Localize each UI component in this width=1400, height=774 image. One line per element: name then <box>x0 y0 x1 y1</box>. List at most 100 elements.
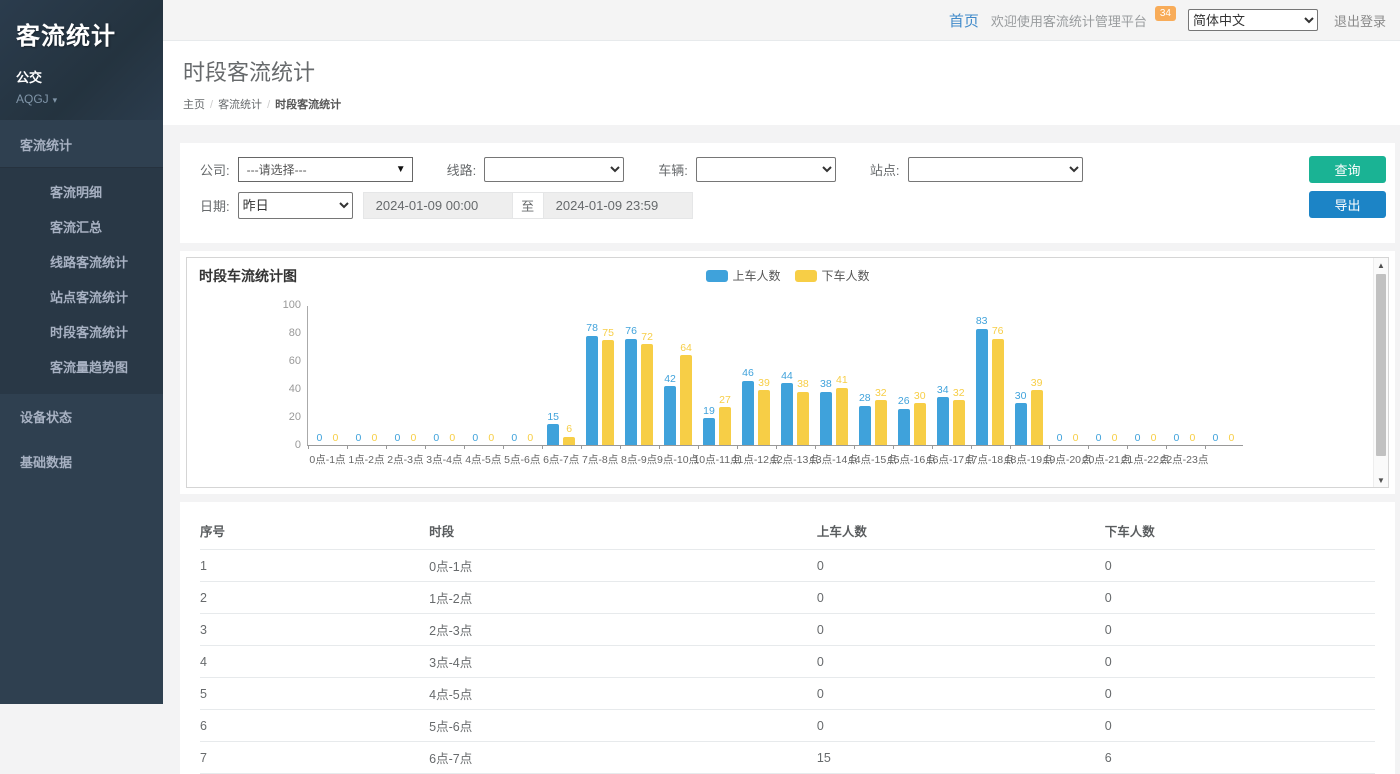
legend-swatch-icon <box>795 270 817 282</box>
company-label: 公司: <box>200 160 230 179</box>
bar-group-17点-18点: 837617点-18点 <box>970 306 1009 445</box>
bar-value-label: 0 <box>317 433 323 444</box>
scroll-down-icon[interactable]: ▼ <box>1374 473 1388 487</box>
bar-group-7点-8点: 78757点-8点 <box>581 306 620 445</box>
bar-column: 0 <box>1053 305 1066 445</box>
language-select[interactable]: 简体中文 <box>1188 9 1318 31</box>
bar-column: 83 <box>975 305 988 445</box>
table-cell: 6 <box>200 710 429 742</box>
station-label: 站点: <box>870 160 900 179</box>
sidebar-item-时段客流统计[interactable]: 时段客流统计 <box>0 314 163 349</box>
chart-vertical-scrollbar[interactable]: ▲ ▼ <box>1373 258 1388 487</box>
sidebar-item-基础数据[interactable]: 基础数据 <box>0 439 163 484</box>
bar-value-label: 0 <box>410 433 416 444</box>
date-preset-select[interactable]: 昨日 <box>238 192 353 219</box>
table-header-row: 序号时段上车人数下车人数 <box>200 512 1375 550</box>
sidebar-section: 基础数据 <box>0 439 163 484</box>
export-button[interactable]: 导出 <box>1309 191 1386 218</box>
bar-value-label: 38 <box>820 379 832 390</box>
bar-column: 0 <box>508 305 521 445</box>
scroll-up-icon[interactable]: ▲ <box>1374 258 1388 272</box>
date-to-input[interactable] <box>543 192 693 219</box>
bar-column: 0 <box>485 305 498 445</box>
chevron-down-icon: ▾ <box>53 95 58 106</box>
breadcrumb-item[interactable]: 主页 <box>183 99 205 111</box>
home-link[interactable]: 首页 <box>949 10 979 31</box>
bar-上车人数 <box>703 418 715 445</box>
sidebar-item-设备状态[interactable]: 设备状态 <box>0 394 163 439</box>
sidebar-item-客流量趋势图[interactable]: 客流量趋势图 <box>0 349 163 384</box>
filter-actions: 查询 导出 <box>1309 156 1386 218</box>
bar-column: 0 <box>446 305 459 445</box>
legend-item-上车人数[interactable]: 上车人数 <box>705 267 780 284</box>
filter-row-1: 公司: ---请选择--- ▼ 线路: 车辆: 站点: <box>200 157 1299 182</box>
table-cell: 2 <box>200 582 429 614</box>
vehicle-label: 车辆: <box>658 160 688 179</box>
sidebar-nav: 客流统计客流明细客流汇总线路客流统计站点客流统计时段客流统计客流量趋势图设备状态… <box>0 122 163 484</box>
date-to-label: 至 <box>513 192 543 219</box>
table-cell: 0 <box>817 710 1105 742</box>
legend-item-下车人数[interactable]: 下车人数 <box>795 267 870 284</box>
bar-下车人数 <box>758 390 770 445</box>
bar-column: 76 <box>991 305 1004 445</box>
sidebar-item-线路客流统计[interactable]: 线路客流统计 <box>0 244 163 279</box>
bar-value-label: 0 <box>1112 433 1118 444</box>
bar-group-0点-1点: 000点-1点 <box>308 306 347 445</box>
chart-plot: 020406080100000点-1点001点-2点002点-3点003点-4点… <box>307 306 1243 446</box>
filter-row-2: 日期: 昨日 至 <box>200 192 1299 219</box>
bar-value-label: 30 <box>1015 391 1027 402</box>
bar-column: 0 <box>1170 305 1183 445</box>
table-cell: 0 <box>1105 550 1375 582</box>
station-select[interactable] <box>908 157 1083 182</box>
sidebar-item-站点客流统计[interactable]: 站点客流统计 <box>0 279 163 314</box>
bar-column: 64 <box>680 305 693 445</box>
sidebar-item-客流汇总[interactable]: 客流汇总 <box>0 209 163 244</box>
bar-column: 39 <box>757 305 770 445</box>
logout-link[interactable]: 退出登录 <box>1334 11 1386 30</box>
breadcrumb-item[interactable]: 客流统计 <box>218 99 262 111</box>
vehicle-select[interactable] <box>696 157 836 182</box>
query-button[interactable]: 查询 <box>1309 156 1386 183</box>
bar-value-label: 0 <box>1135 433 1141 444</box>
bar-下车人数 <box>875 400 887 445</box>
legend-label: 下车人数 <box>822 267 870 284</box>
user-dropdown[interactable]: AQGJ ▾ <box>16 92 147 106</box>
bar-value-label: 0 <box>511 433 517 444</box>
bar-column: 44 <box>780 305 793 445</box>
bar-value-label: 28 <box>859 393 871 404</box>
bar-column: 0 <box>352 305 365 445</box>
user-name: AQGJ <box>16 92 49 106</box>
bar-column: 39 <box>1030 305 1043 445</box>
table-row: 10点-1点00 <box>200 550 1375 582</box>
y-axis-tick-label: 0 <box>295 439 301 451</box>
bar-下车人数 <box>797 392 809 445</box>
bar-column: 26 <box>897 305 910 445</box>
org-name: 公交 <box>16 67 147 86</box>
bar-column: 0 <box>1225 305 1238 445</box>
bar-value-label: 64 <box>680 343 692 354</box>
sidebar-item-客流明细[interactable]: 客流明细 <box>0 174 163 209</box>
bar-column: 0 <box>430 305 443 445</box>
company-select[interactable]: ---请选择--- <box>238 157 413 182</box>
content: 公司: ---请选择--- ▼ 线路: 车辆: 站点: 日期: 昨日 至 <box>163 125 1400 774</box>
date-from-input[interactable] <box>363 192 513 219</box>
bar-column: 32 <box>952 305 965 445</box>
table-row: 76点-7点156 <box>200 742 1375 774</box>
bar-上车人数 <box>742 381 754 445</box>
scrollbar-thumb[interactable] <box>1376 274 1386 456</box>
table-cell: 0 <box>1105 678 1375 710</box>
bar-group-3点-4点: 003点-4点 <box>425 306 464 445</box>
sidebar-item-客流统计[interactable]: 客流统计 <box>0 122 163 168</box>
bar-column: 0 <box>1108 305 1121 445</box>
line-select[interactable] <box>484 157 624 182</box>
table-cell: 3 <box>200 614 429 646</box>
page-heading: 时段客流统计 主页/客流统计/时段客流统计 <box>163 41 1400 125</box>
bar-column: 0 <box>313 305 326 445</box>
table-cell: 0 <box>817 678 1105 710</box>
bar-group-18点-19点: 303918点-19点 <box>1009 306 1048 445</box>
table-row: 32点-3点00 <box>200 614 1375 646</box>
table-cell: 0 <box>817 646 1105 678</box>
bar-value-label: 44 <box>781 371 793 382</box>
bar-下车人数 <box>680 355 692 445</box>
bar-column: 76 <box>625 305 638 445</box>
